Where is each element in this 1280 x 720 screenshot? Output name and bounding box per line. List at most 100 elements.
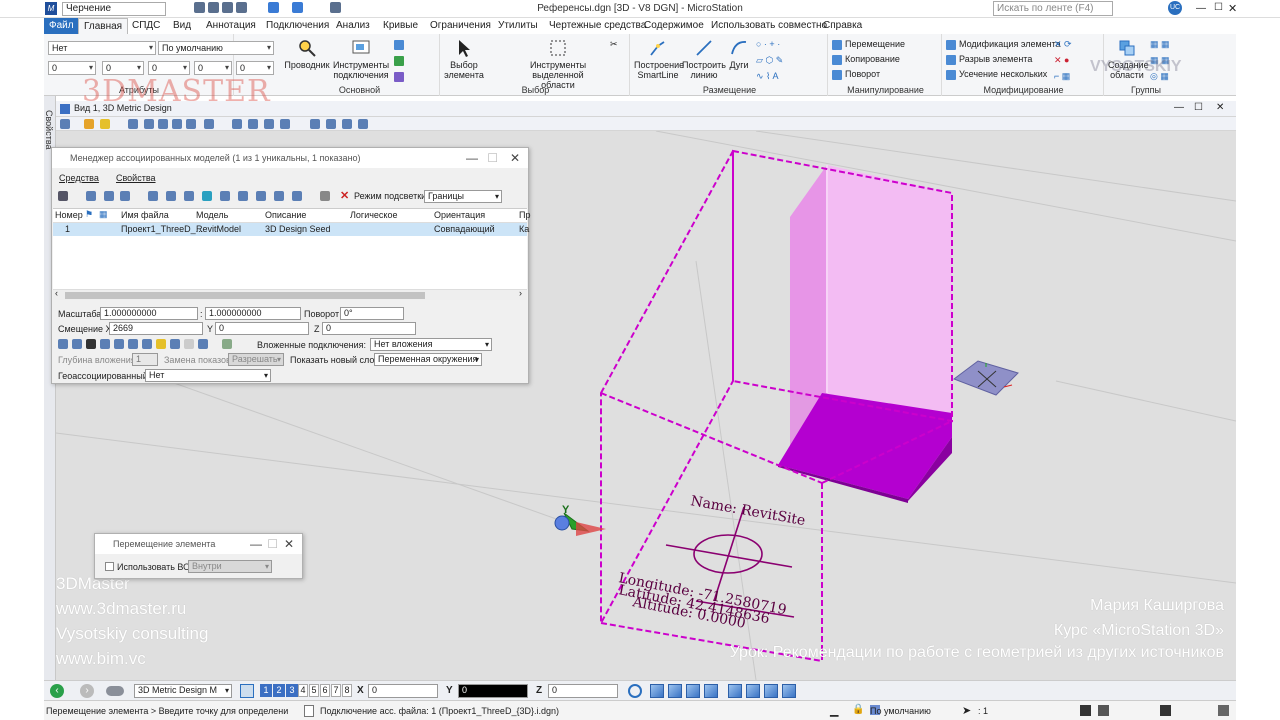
model-select[interactable]: 3D Metric Design M <box>134 684 232 698</box>
move-reference-icon[interactable] <box>166 191 176 201</box>
clip-volume-icon[interactable] <box>310 119 320 129</box>
offset-z-field[interactable]: 0 <box>322 322 416 335</box>
walk-icon[interactable] <box>248 119 258 129</box>
view-cube-back-icon[interactable] <box>746 684 760 698</box>
rotate-cycle-icon[interactable] <box>628 684 642 698</box>
col-filename[interactable]: Имя файла <box>121 210 169 220</box>
transparency-combo[interactable]: 0 <box>194 61 232 75</box>
tab-help[interactable]: Справка <box>823 19 862 33</box>
place-line-button[interactable]: Построить линию <box>682 38 726 80</box>
view-cube-left-icon[interactable] <box>686 684 700 698</box>
use-ac-checkbox[interactable] <box>105 562 114 571</box>
move-dialog-maximize-button[interactable]: ☐ <box>267 534 278 554</box>
menu-tools[interactable]: Средства <box>59 173 99 183</box>
view-8-button[interactable]: 8 <box>342 684 352 697</box>
view-1-button[interactable]: 1 <box>260 684 272 697</box>
clip-mask-reference-icon[interactable] <box>274 191 284 201</box>
trim-multiple-button[interactable]: Усечение нескольких <box>946 68 1047 80</box>
group-small-tools[interactable]: ▦ ▦ <box>1150 38 1170 50</box>
user-avatar[interactable]: UC <box>1168 1 1182 15</box>
print-status-icon[interactable] <box>1098 705 1109 716</box>
toggle-transparency-icon[interactable] <box>184 339 194 349</box>
move-dialog-close-button[interactable]: ✕ <box>284 534 294 554</box>
col-extra[interactable]: Пр <box>519 210 530 220</box>
model-icon[interactable] <box>106 686 124 696</box>
view-4-button[interactable]: 4 <box>298 684 308 697</box>
view-cube-front-icon[interactable] <box>728 684 742 698</box>
detach-x-icon[interactable]: ✕ <box>340 189 349 202</box>
modify-element-button[interactable]: Модификация элемента <box>946 38 1061 50</box>
toggle-display-icon[interactable] <box>58 339 68 349</box>
view-6-button[interactable]: 6 <box>320 684 330 697</box>
offset-y-field[interactable]: 0 <box>215 322 309 335</box>
tab-annotation[interactable]: Аннотация <box>206 19 256 33</box>
smartline-button[interactable]: Построение SmartLine <box>634 38 684 80</box>
view-cube-top-icon[interactable] <box>650 684 664 698</box>
col-orientation[interactable]: Ориентация <box>434 210 485 220</box>
style-combo[interactable]: По умолчанию <box>158 41 274 55</box>
tab-analysis[interactable]: Анализ <box>336 19 370 33</box>
rotate-view-icon[interactable] <box>204 119 214 129</box>
color-combo[interactable]: 0 <box>48 61 96 75</box>
x-coordinate-field[interactable]: 0 <box>368 684 438 698</box>
toggle-raster-icon[interactable] <box>114 339 124 349</box>
modify-small-tools[interactable]: ⌐ ▦ <box>1054 70 1070 82</box>
text-tools-icon[interactable]: ∿ ⌇ A <box>756 70 778 82</box>
forward-icon[interactable]: › <box>80 684 94 698</box>
scale-reference-icon[interactable] <box>202 191 212 201</box>
tab-share[interactable]: Использовать совместно <box>711 19 827 33</box>
tab-utilities[interactable]: Утилиты <box>498 19 538 33</box>
weight-combo[interactable]: 0 <box>102 61 144 75</box>
help-status-icon[interactable] <box>1160 705 1171 716</box>
fit-view-icon[interactable] <box>186 119 196 129</box>
view-rotation-icon[interactable] <box>358 119 368 129</box>
modify-small-tools[interactable]: ✕ ⟳ <box>1054 38 1072 50</box>
tab-drawing-tools[interactable]: Чертежные средства <box>549 19 646 33</box>
pan-view-icon[interactable] <box>232 119 242 129</box>
col-description[interactable]: Описание <box>265 210 306 220</box>
zoom-in-icon[interactable] <box>144 119 154 129</box>
tab-curves[interactable]: Кривые <box>383 19 418 33</box>
tab-file[interactable]: Файл <box>44 18 79 34</box>
dialog-close-button[interactable]: ✕ <box>510 148 520 168</box>
tab-attachments[interactable]: Подключения <box>266 19 329 33</box>
toggle-color-icon[interactable] <box>170 339 180 349</box>
previous-view-icon[interactable] <box>264 119 274 129</box>
window-area-icon[interactable] <box>172 119 182 129</box>
toggle-boundary-icon[interactable] <box>128 339 138 349</box>
scrollbar-thumb[interactable] <box>65 292 425 299</box>
tab-constraints[interactable]: Ограничения <box>430 19 491 33</box>
rotation-field[interactable]: 0° <box>340 307 404 320</box>
use-ac-select[interactable]: Внутри <box>188 560 272 573</box>
view-close-button[interactable]: ✕ <box>1216 102 1224 113</box>
col-model[interactable]: Модель <box>196 210 228 220</box>
zoom-out-icon[interactable] <box>158 119 168 129</box>
polygon-tools-icon[interactable]: ▱ ⬡ ✎ <box>756 54 783 66</box>
menu-settings[interactable]: Свойства <box>116 173 156 183</box>
toggle-levels-icon[interactable] <box>100 339 110 349</box>
main-small-tool[interactable] <box>394 70 407 82</box>
main-small-tool[interactable] <box>394 54 407 66</box>
toggle-snap-icon[interactable] <box>72 339 82 349</box>
detach-reference-icon[interactable] <box>104 191 114 201</box>
toggle-locate-icon[interactable] <box>86 339 96 349</box>
clip-boundary-icon[interactable] <box>256 191 266 201</box>
rotate-button[interactable]: Поворот <box>832 68 880 80</box>
arcs-button[interactable]: Дуги <box>726 38 752 70</box>
reload-reference-icon[interactable] <box>120 191 130 201</box>
minimize-button[interactable]: — <box>1196 3 1206 14</box>
priority-combo[interactable]: 0 <box>236 61 274 75</box>
scroll-left-icon[interactable]: ‹ <box>55 288 58 298</box>
region-tools-button[interactable]: Инструменты выделенной области <box>518 38 598 90</box>
back-icon[interactable]: ‹ <box>50 684 64 698</box>
z-coordinate-field[interactable]: 0 <box>548 684 618 698</box>
explorer-button[interactable]: Проводник <box>282 38 332 70</box>
next-view-icon[interactable] <box>280 119 290 129</box>
highlight-mode-select[interactable]: Границы <box>424 190 502 203</box>
list-view-icon[interactable] <box>58 191 68 201</box>
copy-button[interactable]: Копирование <box>832 53 900 65</box>
toggle-text-icon[interactable] <box>198 339 208 349</box>
geo-select[interactable]: Нет <box>145 369 271 382</box>
snap-icon[interactable]: ▁ <box>830 704 838 717</box>
save-status-icon[interactable] <box>1080 705 1091 716</box>
